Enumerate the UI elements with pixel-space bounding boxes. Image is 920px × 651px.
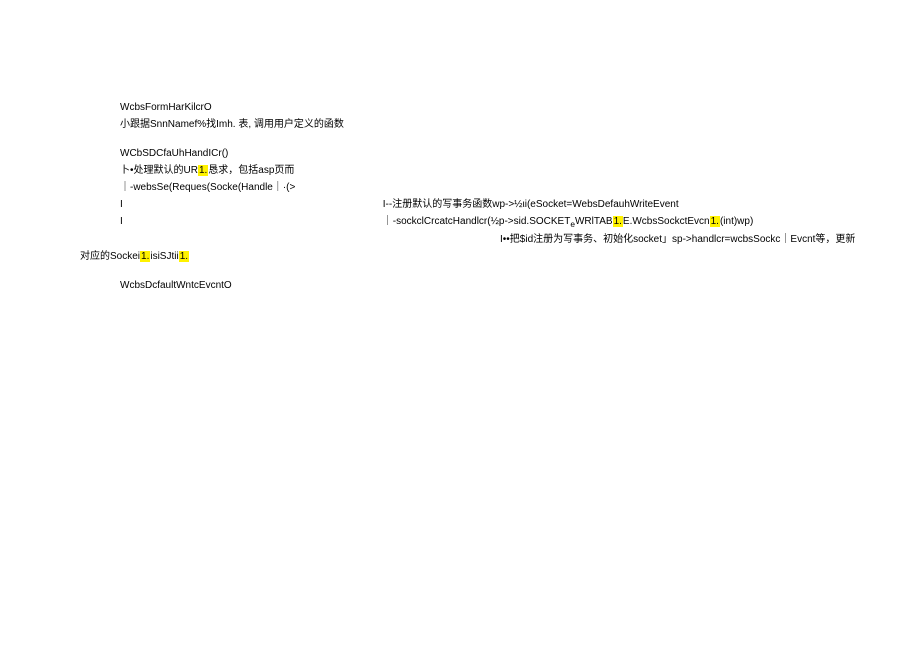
func-name-3: WcbsDcfaultWntcEvcntO bbox=[80, 278, 920, 293]
desc-2a: 卜•处理默认的UR1.恳求，包括asp页而 bbox=[80, 163, 920, 178]
desc-1: 小跟据SnnNamef%找Imh. 表, 调用用户定义的函数 bbox=[80, 117, 920, 132]
desc-2e: I••把$id注册为写事务、初始化socket」sp->handlcr=wcbs… bbox=[80, 232, 920, 247]
bar-2c: I bbox=[120, 199, 123, 210]
bar-2d: I bbox=[120, 216, 123, 227]
desc-2f: 对应的Sockei1.isiSJtii1. bbox=[80, 249, 920, 264]
right-2d: ｜-sockclCrcatcHandlcr(½p->sid.SOCKETeWRl… bbox=[383, 214, 754, 230]
highlight-2f-1: 1. bbox=[140, 251, 150, 262]
text-2a-start: 卜•处理默认的UR bbox=[120, 165, 198, 176]
func-name-2: WCbSDCfaUhHandICr() bbox=[80, 146, 920, 161]
desc-2d-row: I ｜-sockclCrcatcHandlcr(½p->sid.SOCKETeWR… bbox=[80, 214, 920, 230]
right-2c: I--注册默认的写事务函数wp->½ιi(eSocket=WebsDefauhW… bbox=[383, 197, 679, 212]
text-2a-end: 恳求，包括asp页而 bbox=[208, 165, 294, 176]
text-2f-mid: isiSJtii bbox=[150, 251, 178, 262]
highlight-2d-2: 1. bbox=[710, 216, 720, 227]
desc-2b: ｜-websSe(Reques(Socke(Handle｜·(> bbox=[80, 180, 920, 195]
highlight-2a: 1. bbox=[198, 165, 208, 176]
right-2d-d: (int)wp) bbox=[720, 216, 753, 227]
highlight-2d-1: 1. bbox=[613, 216, 623, 227]
desc-2c-row: I I--注册默认的写事务函数wp->½ιi(eSocket=WebsDefauh… bbox=[80, 197, 920, 212]
func-name-1: WcbsFormHarKilcrO bbox=[80, 100, 920, 115]
text-2f-start: 对应的Sockei bbox=[80, 251, 140, 262]
right-2d-c: E.WcbsSockctEvcn bbox=[623, 216, 710, 227]
gap-1 bbox=[80, 134, 920, 146]
highlight-2f-2: 1. bbox=[179, 251, 189, 262]
right-2d-b: WRlTAB bbox=[575, 216, 613, 227]
right-2d-a: ｜-sockclCrcatcHandlcr(½p->sid.SOCKET bbox=[383, 216, 571, 227]
gap-2 bbox=[80, 266, 920, 278]
